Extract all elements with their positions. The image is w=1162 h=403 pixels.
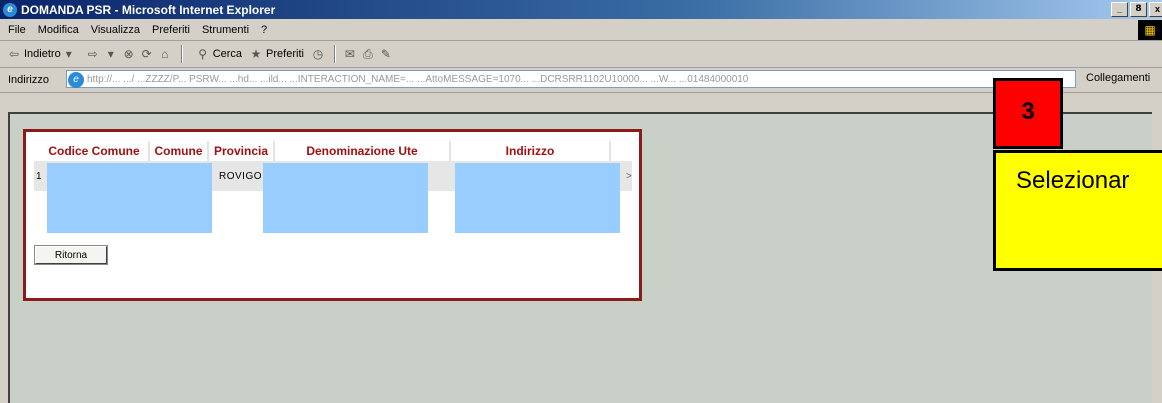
row-arrow-icon: > (626, 171, 632, 182)
title-bar: e DOMANDA PSR - Microsoft Internet Explo… (0, 0, 1162, 19)
toolbar: ⇦ Indietro ▾ ⇨ ▾ ⊗ ⟳ ⌂ ⚲ Cerca ★ Preferi… (0, 41, 1162, 68)
back-arrow-icon: ⇦ (8, 47, 20, 61)
home-icon[interactable]: ⌂ (157, 46, 173, 62)
refresh-icon[interactable]: ⟳ (139, 46, 155, 62)
toolbar-separator (180, 45, 183, 63)
row-number: 1 (36, 171, 42, 182)
page-icon: e (68, 72, 84, 88)
address-input[interactable]: http://... .../ ...ZZZZ/P... PSRW... ...… (66, 70, 1076, 88)
header-comune: Comune (150, 141, 209, 161)
results-panel: Codice Comune Comune Provincia Denominaz… (23, 129, 642, 301)
window-title: DOMANDA PSR - Microsoft Internet Explore… (21, 2, 276, 17)
close-button[interactable]: x (1149, 2, 1162, 17)
menu-strumenti[interactable]: Strumenti (202, 24, 249, 36)
menu-help[interactable]: ? (261, 24, 267, 36)
header-codice-comune: Codice Comune (40, 141, 150, 161)
ritorna-button[interactable]: Ritorna (34, 245, 108, 265)
favorites-icon: ★ (250, 47, 262, 61)
menu-modifica[interactable]: Modifica (38, 24, 79, 36)
window-controls: _ 8 x (1111, 2, 1162, 17)
minimize-button[interactable]: _ (1111, 2, 1128, 17)
table-header: Codice Comune Comune Provincia Denominaz… (40, 141, 611, 161)
stop-icon[interactable]: ⊗ (121, 46, 137, 62)
search-icon: ⚲ (198, 47, 208, 61)
header-provincia: Provincia (209, 141, 275, 161)
mail-icon[interactable]: ✉ (342, 46, 358, 62)
history-icon[interactable]: ◷ (310, 46, 326, 62)
ie-logo-icon: e (3, 2, 17, 17)
toolbar-separator (333, 45, 336, 63)
forward-button[interactable]: ⇨ ▾ (85, 46, 121, 62)
redacted-codice-comune (47, 163, 212, 233)
print-icon[interactable]: ⎙ (360, 46, 376, 62)
step-number-badge: 3 (993, 78, 1063, 149)
menu-file[interactable]: File (8, 24, 26, 36)
maximize-button[interactable]: 8 (1130, 2, 1147, 17)
back-button[interactable]: ⇦ Indietro ▾ (6, 46, 79, 62)
dropdown-icon: ▾ (107, 47, 114, 61)
menu-bar: File Modifica Visualizza Preferiti Strum… (0, 19, 1162, 41)
instruction-callout: Selezionar (993, 150, 1162, 271)
windows-logo-icon: ▦ (1138, 20, 1162, 40)
search-button[interactable]: ⚲ Cerca (195, 46, 242, 62)
redacted-denominazione-ute (263, 163, 428, 233)
dropdown-icon: ▾ (65, 47, 72, 61)
menu-visualizza[interactable]: Visualizza (91, 24, 140, 36)
favorites-label: Preferiti (266, 48, 304, 60)
edit-icon[interactable]: ✎ (378, 46, 394, 62)
header-indirizzo: Indirizzo (451, 141, 611, 161)
cell-provincia: ROVIGO (219, 171, 263, 182)
forward-arrow-icon: ⇨ (87, 47, 98, 61)
redacted-indirizzo (455, 163, 620, 233)
search-label: Cerca (212, 48, 243, 60)
links-button[interactable]: Collegamenti (1086, 72, 1150, 84)
menu-preferiti[interactable]: Preferiti (152, 24, 190, 36)
address-bar: Indirizzo http://... .../ ...ZZZZ/P... P… (0, 68, 1162, 93)
header-denominazione-ute: Denominazione Ute (275, 141, 451, 161)
back-label: Indietro (24, 48, 61, 60)
address-label: Indirizzo (8, 74, 49, 86)
favorites-button[interactable]: ★ Preferiti (248, 46, 304, 62)
